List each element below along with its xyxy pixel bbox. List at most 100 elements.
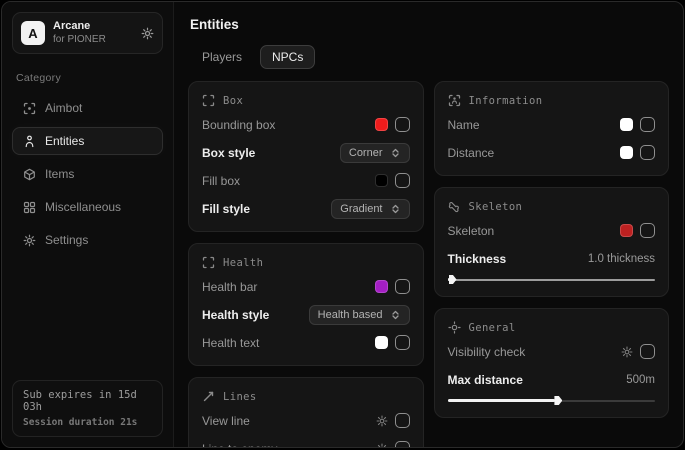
chevron-up-down-icon [390, 309, 401, 321]
sidebar-item-items[interactable]: Items [12, 160, 163, 188]
row-label: Fill box [202, 174, 240, 188]
information-card-header: Information [448, 94, 656, 107]
main-panel: Entities Players NPCs Box Bounding box [174, 2, 683, 447]
name-checkbox[interactable] [640, 117, 655, 132]
skeleton-card: Skeleton Skeleton Thickness 1.0 thicknes… [434, 187, 670, 297]
row-label: Bounding box [202, 118, 275, 132]
row-label: Visibility check [448, 345, 526, 359]
fill-box-checkbox[interactable] [395, 173, 410, 188]
tab-bar: Players NPCs [190, 45, 669, 69]
slider-handle[interactable] [554, 396, 562, 405]
card-title: Box [223, 95, 243, 107]
sidebar: A Arcane for PIONER Category Aimbot Enti… [2, 2, 174, 447]
skeleton-row: Skeleton [448, 220, 656, 241]
row-label: Fill style [202, 202, 250, 216]
sidebar-item-settings[interactable]: Settings [12, 226, 163, 254]
visibility-check-checkbox[interactable] [640, 344, 655, 359]
health-card: Health Health bar Health style Health ba… [188, 243, 424, 366]
crosshair-icon [22, 102, 36, 115]
color-swatch[interactable] [375, 336, 388, 349]
box-card-header: Box [202, 94, 410, 107]
row-label: Skeleton [448, 224, 495, 238]
tab-players[interactable]: Players [190, 45, 254, 69]
grid-icon [22, 201, 36, 214]
health-text-checkbox[interactable] [395, 335, 410, 350]
max-distance-value: 500m [626, 374, 655, 386]
row-label: Box style [202, 146, 255, 160]
row-label: Health style [202, 308, 269, 322]
health-card-header: Health [202, 256, 410, 269]
card-title: Health [223, 257, 263, 269]
line-to-enemy-row: Line to enemy [202, 438, 410, 447]
skeleton-checkbox[interactable] [640, 223, 655, 238]
app-title: Arcane [53, 20, 133, 33]
color-swatch[interactable] [375, 280, 388, 293]
chevron-up-down-icon [390, 203, 401, 215]
card-title: General [469, 322, 516, 334]
slider-handle[interactable] [449, 275, 457, 284]
bone-icon [448, 200, 461, 213]
sidebar-item-entities[interactable]: Entities [12, 127, 163, 155]
view-line-checkbox[interactable] [395, 413, 410, 428]
person-icon [22, 135, 36, 148]
general-card: General Visibility check Max distance 50… [434, 308, 670, 418]
bounding-box-row: Bounding box [202, 114, 410, 135]
settings-gear-icon[interactable] [141, 27, 154, 40]
sidebar-item-label: Settings [45, 233, 88, 247]
line-to-enemy-checkbox[interactable] [395, 441, 410, 447]
box-style-dropdown[interactable]: Corner [340, 143, 410, 163]
app-logo: A [21, 21, 45, 45]
dropdown-value: Gradient [340, 203, 382, 215]
row-label: Max distance [448, 373, 523, 387]
chevron-up-down-icon [390, 147, 401, 159]
row-label: View line [202, 414, 250, 428]
name-row: Name [448, 114, 656, 135]
color-swatch[interactable] [620, 118, 633, 131]
bounding-box-checkbox[interactable] [395, 117, 410, 132]
dropdown-value: Corner [349, 147, 383, 159]
thickness-row: Thickness 1.0 thickness [448, 248, 656, 269]
distance-checkbox[interactable] [640, 145, 655, 160]
sidebar-item-label: Items [45, 167, 74, 181]
row-label: Distance [448, 146, 495, 160]
health-text-row: Health text [202, 332, 410, 353]
box-card: Box Bounding box Box style Corner [188, 81, 424, 232]
color-swatch[interactable] [375, 118, 388, 131]
scan-corners-icon [202, 256, 215, 269]
health-bar-checkbox[interactable] [395, 279, 410, 294]
health-style-dropdown[interactable]: Health based [309, 305, 410, 325]
max-distance-slider[interactable] [448, 396, 656, 405]
brand-card: A Arcane for PIONER [12, 12, 163, 54]
thickness-value: 1.0 thickness [588, 253, 655, 265]
app-window: A Arcane for PIONER Category Aimbot Enti… [1, 1, 684, 448]
sidebar-item-label: Entities [45, 134, 84, 148]
color-swatch[interactable] [620, 146, 633, 159]
row-label: Health bar [202, 280, 257, 294]
fill-box-row: Fill box [202, 170, 410, 191]
gear-icon [22, 234, 36, 247]
lines-card-header: Lines [202, 390, 410, 403]
gear-icon[interactable] [376, 443, 388, 448]
right-column: Information Name Distance [434, 81, 670, 447]
health-style-row: Health style Health based [202, 304, 410, 325]
row-label: Name [448, 118, 480, 132]
color-swatch[interactable] [375, 174, 388, 187]
health-bar-row: Health bar [202, 276, 410, 297]
gear-icon[interactable] [621, 346, 633, 358]
sub-expires-text: Sub expires in 15d 03h [23, 389, 152, 413]
card-title: Lines [223, 391, 257, 403]
sidebar-item-aimbot[interactable]: Aimbot [12, 94, 163, 122]
color-swatch[interactable] [620, 224, 633, 237]
tab-npcs[interactable]: NPCs [260, 45, 315, 69]
session-duration-text: Session duration 21s [23, 417, 152, 428]
lines-card: Lines View line Line to enemy [188, 377, 424, 447]
thickness-slider[interactable] [448, 275, 656, 284]
gear-icon[interactable] [376, 415, 388, 427]
sidebar-item-miscellaneous[interactable]: Miscellaneous [12, 193, 163, 221]
brand-text: Arcane for PIONER [53, 20, 133, 46]
slider-track [448, 279, 656, 281]
app-subtitle: for PIONER [53, 34, 133, 46]
category-label: Category [16, 72, 159, 84]
left-column: Box Bounding box Box style Corner [188, 81, 424, 447]
fill-style-dropdown[interactable]: Gradient [331, 199, 409, 219]
